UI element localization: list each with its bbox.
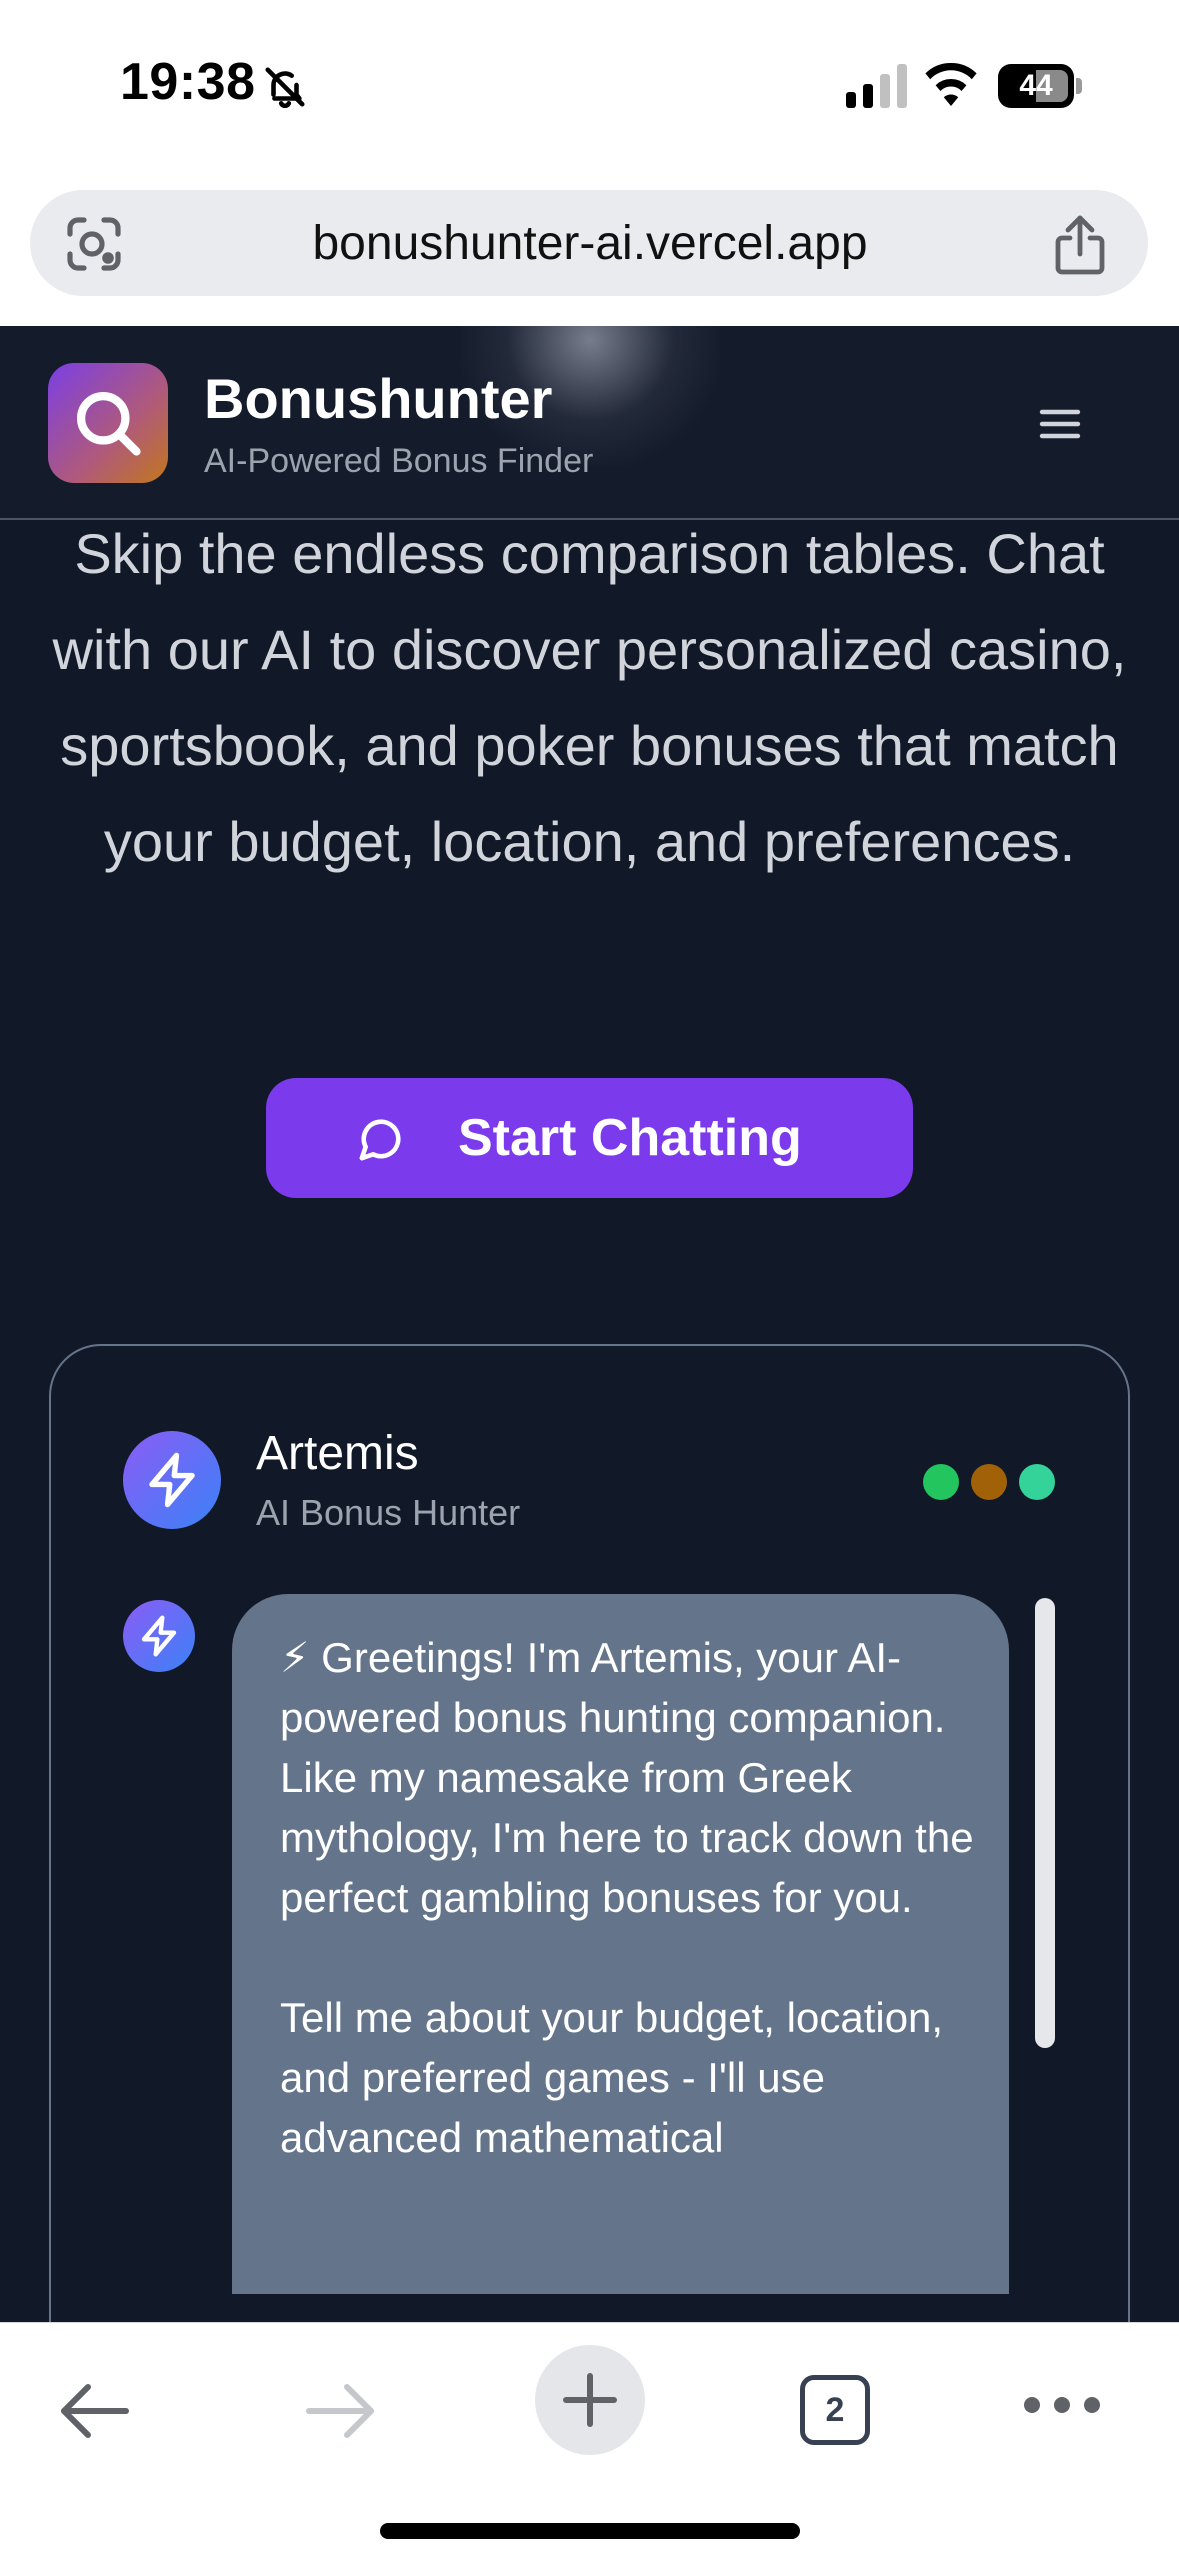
lightning-icon [149, 1452, 195, 1508]
chat-widget: Artemis AI Bonus Hunter ⚡ Greetings! I'm… [49, 1344, 1130, 2326]
plus-icon [563, 2373, 617, 2427]
start-chatting-label: Start Chatting [458, 1109, 802, 1167]
message-avatar [123, 1600, 195, 1672]
start-chatting-button[interactable]: Start Chatting [266, 1078, 913, 1198]
browser-toolbar: 2 [0, 2322, 1179, 2556]
more-icon[interactable] [1022, 2393, 1102, 2417]
new-tab-button[interactable] [535, 2345, 645, 2455]
hamburger-menu-icon[interactable] [1038, 406, 1082, 442]
status-bar: 19:38 44 [0, 0, 1179, 180]
status-dot-amber [971, 1464, 1007, 1500]
back-arrow-icon[interactable] [58, 2381, 130, 2441]
agent-avatar [123, 1431, 221, 1529]
agent-role: AI Bonus Hunter [256, 1492, 521, 1533]
forward-arrow-icon[interactable] [305, 2381, 377, 2441]
status-dot-teal [1019, 1464, 1055, 1500]
search-icon [76, 391, 141, 456]
tab-switcher-button[interactable]: 2 [800, 2375, 870, 2445]
wifi-icon [925, 62, 977, 106]
visual-search-icon[interactable] [62, 212, 126, 276]
agent-name: Artemis [256, 1427, 419, 1480]
chat-bubble-icon [359, 1119, 401, 1161]
status-time: 19:38 [120, 53, 256, 111]
home-indicator [380, 2523, 800, 2539]
web-page: Skip the endless comparison tables. Chat… [0, 326, 1179, 2326]
logo[interactable] [48, 363, 168, 483]
bell-slash-icon [265, 67, 305, 109]
chat-scrollbar[interactable] [1035, 1598, 1055, 2048]
url-text[interactable]: bonushunter-ai.vercel.app [180, 216, 1000, 272]
site-header: Bonushunter AI-Powered Bonus Finder [0, 326, 1179, 520]
share-icon[interactable] [1050, 212, 1110, 276]
battery-level: 44 [1019, 69, 1053, 102]
brand-tagline: AI-Powered Bonus Finder [204, 442, 594, 480]
status-dot-green [923, 1464, 959, 1500]
hero-description: Skip the endless comparison tables. Chat… [52, 522, 1127, 873]
lightning-icon [141, 1615, 177, 1657]
assistant-message-bubble: ⚡ Greetings! I'm Artemis, your AI-powere… [232, 1594, 1009, 2294]
battery-icon: 44 [998, 64, 1082, 108]
assistant-message-text: ⚡ Greetings! I'm Artemis, your AI-powere… [280, 1634, 974, 2161]
signal-icon [846, 64, 907, 108]
brand-name[interactable]: Bonushunter [204, 366, 552, 431]
